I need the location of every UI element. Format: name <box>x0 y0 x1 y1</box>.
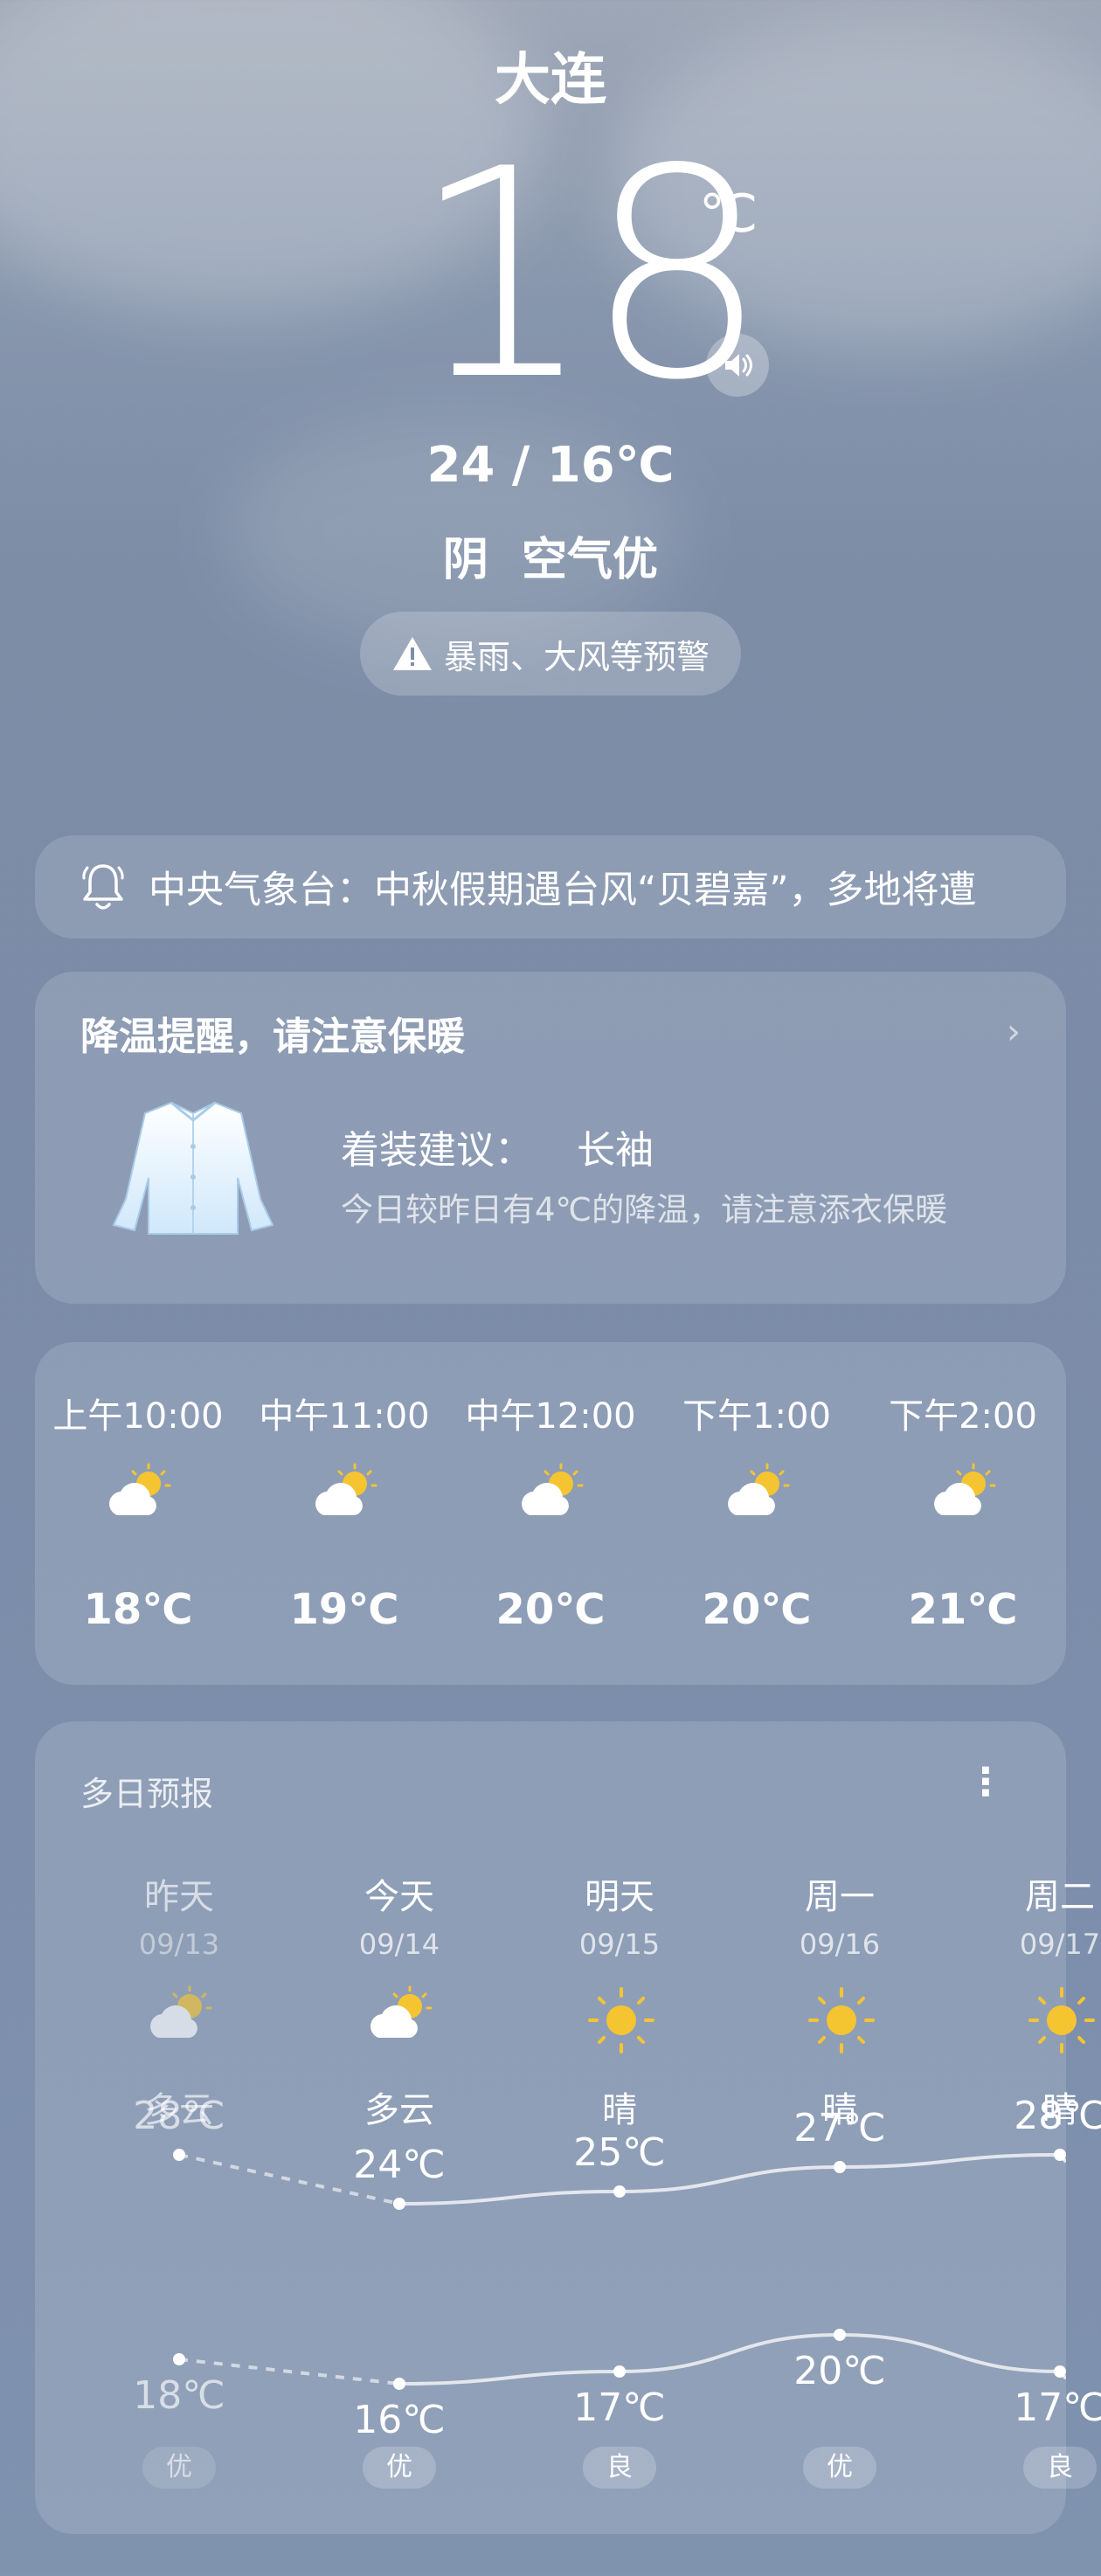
weather-text: 阴 <box>442 534 488 586</box>
current-condition: 阴 空气优 <box>0 523 1101 588</box>
news-text: 中央气象台：中秋假期遇台风“贝碧嘉”，多地将遭 <box>149 869 977 912</box>
forecast-title: 多日预报 <box>80 1775 214 1813</box>
partly-cloudy-icon <box>150 1985 212 2038</box>
trend-point <box>393 2198 405 2210</box>
bell-icon <box>82 864 124 910</box>
air-quality-badge: 优 <box>142 2447 216 2489</box>
trend-point <box>613 2185 626 2198</box>
day-label: 周一 <box>805 1877 875 1917</box>
news-ticker[interactable]: 中央气象台：中秋假期遇台风“贝碧嘉”，多地将遭 <box>35 835 1066 938</box>
high-temp-label: 25℃ <box>573 2130 666 2175</box>
hour-temp: 19℃ <box>289 1585 399 1634</box>
reminder-description: 今日较昨日有4℃的降温，请注意添衣保暖 <box>341 1191 948 1229</box>
cooling-reminder-card[interactable]: 降温提醒，请注意保暖 › 着装建议： 长袖 今日较昨日有4℃的降温，请注意添衣保暖 <box>35 972 1066 1304</box>
reminder-title: 降温提醒，请注意保暖 <box>80 1014 465 1059</box>
alert-text: 暴雨、大风等预警 <box>443 637 710 676</box>
multi-day-forecast[interactable]: 多日预报 ⋮ 昨天 09/13 多云 优 今天 09/14 多云 优 明天 09… <box>35 1721 1101 2534</box>
day-date: 09/13 <box>138 1928 220 1961</box>
day-date: 09/15 <box>578 1928 661 1961</box>
high-temp-label: 28℃ <box>1014 2094 1101 2138</box>
low-temp-label: 17℃ <box>1014 2386 1101 2430</box>
partly-cloudy-icon <box>728 1463 790 1515</box>
air-quality-text[interactable]: 空气优 <box>522 534 658 586</box>
partly-cloudy-icon <box>522 1463 584 1515</box>
high-temp-label: 28℃ <box>133 2094 225 2138</box>
warning-icon <box>392 637 432 670</box>
hour-temp: 18℃ <box>83 1585 193 1634</box>
speaker-icon <box>725 354 752 377</box>
day-weather: 晴 <box>602 2090 637 2130</box>
day-label: 昨天 <box>144 1877 214 1917</box>
partly-cloudy-icon <box>934 1463 996 1515</box>
low-temp-label: 16℃ <box>353 2398 446 2442</box>
hour-temp: 21℃ <box>908 1585 1018 1634</box>
sun-icon <box>808 1987 875 2053</box>
day-label: 今天 <box>364 1877 434 1917</box>
speaker-button[interactable] <box>706 334 769 397</box>
hour-label: 上午10:00 <box>52 1396 224 1437</box>
day-date: 09/14 <box>358 1928 440 1961</box>
hour-temp: 20℃ <box>495 1585 606 1634</box>
day-label: 周二 <box>1025 1877 1095 1917</box>
day-date: 09/16 <box>799 1928 881 1961</box>
trend-point <box>173 2353 185 2365</box>
sun-icon <box>588 1987 654 2053</box>
day-weather: 多云 <box>364 2090 434 2130</box>
day-date: 09/17 <box>1019 1928 1101 1961</box>
hour-label: 下午2:00 <box>889 1396 1037 1437</box>
more-options-icon[interactable]: ⋮ <box>966 1760 1005 1804</box>
long-sleeve-shirt-icon <box>112 1101 274 1235</box>
trend-point <box>834 2161 846 2173</box>
low-temp-label: 18℃ <box>133 2373 225 2418</box>
hourly-forecast[interactable]: 上午10:00 18℃ 中午11:00 19℃ 中午12:00 20℃ 下午1:… <box>35 1342 1066 1685</box>
trend-point <box>1054 2149 1066 2161</box>
clothing-advice: 着装建议： 长袖 <box>341 1118 654 1174</box>
hour-temp: 20℃ <box>702 1585 812 1634</box>
chevron-right-icon[interactable]: › <box>1007 1012 1021 1052</box>
hour-label: 中午12:00 <box>465 1396 636 1437</box>
city-name[interactable]: 大连 <box>0 35 1101 115</box>
weather-alert-pill[interactable]: 暴雨、大风等预警 <box>360 612 741 696</box>
air-quality-badge: 良 <box>1023 2447 1097 2489</box>
trend-point <box>393 2378 405 2390</box>
partly-cloudy-icon <box>315 1463 377 1515</box>
low-temp-label: 20℃ <box>793 2349 886 2393</box>
hour-label: 下午1:00 <box>682 1396 831 1437</box>
temperature-unit: ℃ <box>699 184 758 245</box>
advice-label: 着装建议： <box>341 1128 533 1173</box>
high-low-range: 24 / 16℃ <box>426 437 675 494</box>
air-quality-badge: 良 <box>583 2447 656 2489</box>
air-quality-badge: 优 <box>363 2447 436 2489</box>
day-label: 明天 <box>585 1877 654 1917</box>
partly-cloudy-icon <box>370 1985 433 2038</box>
low-temp-label: 17℃ <box>573 2386 666 2430</box>
sun-icon <box>1028 1987 1095 2053</box>
trend-point <box>173 2149 185 2161</box>
high-temp-label: 24℃ <box>353 2143 446 2187</box>
trend-point <box>834 2329 846 2341</box>
air-quality-badge: 优 <box>803 2447 876 2489</box>
high-temp-label: 27℃ <box>793 2106 886 2150</box>
hour-label: 中午11:00 <box>259 1396 430 1437</box>
advice-value: 长袖 <box>577 1128 654 1173</box>
partly-cloudy-icon <box>109 1463 171 1515</box>
trend-point <box>613 2365 626 2378</box>
trend-point <box>1054 2365 1066 2378</box>
